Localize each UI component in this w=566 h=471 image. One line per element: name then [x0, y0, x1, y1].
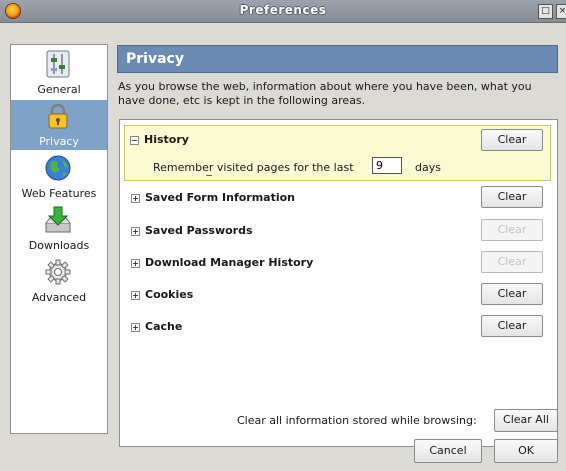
expand-icon[interactable]: + [131, 259, 140, 268]
sidebar-item-label: Advanced [31, 291, 87, 304]
sidebar-item-web-features[interactable]: Web Features [11, 152, 107, 202]
section-label-cache: Cache [145, 320, 183, 333]
title-bar[interactable]: Preferences □ × [0, 0, 566, 23]
expand-icon[interactable]: + [131, 291, 140, 300]
sidebar-item-label: Web Features [21, 187, 97, 200]
clear-passwords-button[interactable]: Clear [481, 219, 543, 241]
remember-history-label: Remember _ visited pages for the last [153, 161, 354, 176]
expand-icon[interactable]: + [131, 323, 140, 332]
download-arrow-icon [45, 206, 71, 233]
clear-saved-form-button[interactable]: Clear [481, 186, 543, 208]
maximize-button[interactable]: □ [538, 4, 553, 19]
history-section: − History Clear Remember _ visited pages … [124, 125, 551, 181]
padlock-icon [48, 103, 68, 129]
privacy-description: As you browse the web, information about… [118, 80, 532, 107]
sliders-icon [46, 50, 70, 78]
clear-download-history-button[interactable]: Clear [481, 251, 543, 273]
history-days-input[interactable] [372, 157, 402, 174]
sidebar-item-privacy[interactable]: Privacy [11, 100, 107, 150]
sidebar-item-label: General [37, 83, 81, 96]
cancel-button[interactable]: Cancel [414, 439, 482, 463]
ok-button[interactable]: OK [494, 439, 558, 463]
clear-all-label: Clear all information stored while brows… [237, 414, 477, 427]
maximize-icon: □ [541, 6, 550, 16]
collapse-icon[interactable]: − [130, 136, 139, 145]
sidebar-item-label: Downloads [28, 239, 90, 252]
sidebar-item-downloads[interactable]: Downloads [11, 204, 107, 254]
section-label-saved-form: Saved Form Information [145, 191, 296, 204]
privacy-sections-list: − History Clear Remember _ visited pages … [119, 119, 558, 447]
category-sidebar: General Privacy Web Features Downloads A… [10, 44, 108, 434]
privacy-panel: Privacy As you browse the web, informati… [117, 45, 558, 447]
section-label-saved-passwords: Saved Passwords [145, 224, 253, 237]
section-label-history: History [144, 133, 189, 146]
clear-history-button[interactable]: Clear [481, 129, 543, 151]
section-label-cookies: Cookies [145, 288, 194, 301]
globe-icon [45, 155, 71, 181]
sidebar-item-label: Privacy [39, 135, 79, 148]
sidebar-item-general[interactable]: General [11, 48, 107, 98]
days-label: days [415, 161, 441, 174]
close-button[interactable]: × [556, 4, 566, 19]
expand-icon[interactable]: + [131, 194, 140, 203]
window-title: Preferences [239, 3, 327, 17]
clear-cache-button[interactable]: Clear [481, 315, 543, 337]
expand-icon[interactable]: + [131, 227, 140, 236]
section-label-download-history: Download Manager History [145, 256, 314, 269]
close-icon: × [558, 6, 566, 16]
page-title: Privacy [117, 45, 558, 73]
clear-all-button[interactable]: Clear All [494, 409, 558, 432]
sidebar-item-advanced[interactable]: Advanced [11, 256, 107, 306]
clear-cookies-button[interactable]: Clear [481, 283, 543, 305]
gear-icon [45, 259, 71, 285]
